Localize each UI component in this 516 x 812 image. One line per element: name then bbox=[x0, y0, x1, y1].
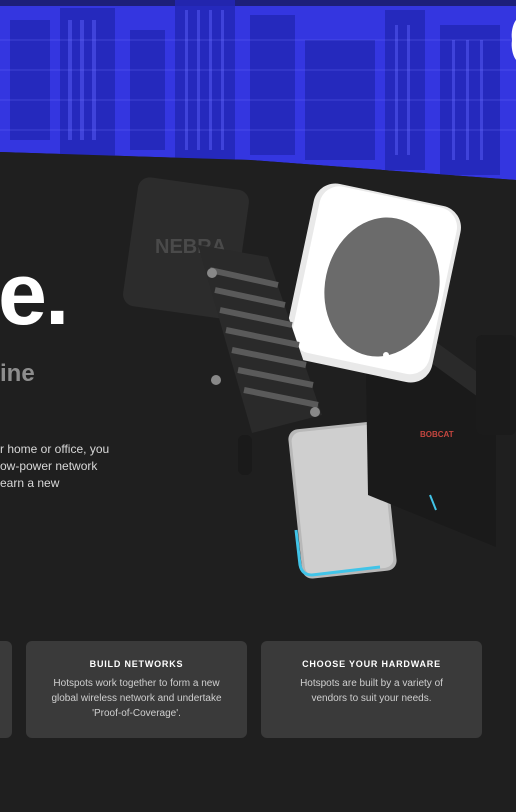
hero-subline-fragment: ine bbox=[0, 360, 35, 387]
hero-city-banner bbox=[0, 0, 516, 200]
hero-headline-fragment: e. bbox=[0, 244, 69, 343]
feature-card-choose-hardware: CHOOSE YOUR HARDWARE Hotspots are built … bbox=[261, 641, 482, 738]
feature-card-body: Hotspots are built by a variety of vendo… bbox=[300, 678, 443, 704]
hero-intro-text: r home or office, you ow-power network e… bbox=[0, 441, 130, 492]
intro-line-1: r home or office, you bbox=[0, 442, 110, 456]
feature-card-title: CHOOSE YOUR HARDWARE bbox=[302, 659, 441, 669]
hotspot-devices-illustration: NEBRA BOBCAT bbox=[123, 177, 516, 579]
feature-card-cropped bbox=[0, 641, 12, 738]
intro-line-3: earn a new bbox=[0, 476, 60, 490]
feature-card-build-networks: BUILD NETWORKS Hotspots work together to… bbox=[26, 641, 247, 738]
intro-line-2: ow-power network bbox=[0, 459, 98, 473]
partial-device-right bbox=[476, 335, 516, 435]
feature-card-title: BUILD NETWORKS bbox=[89, 659, 184, 669]
feature-card-body: Hotspots work together to form a new glo… bbox=[51, 678, 222, 719]
bobcat-logo-text: BOBCAT bbox=[420, 430, 454, 439]
